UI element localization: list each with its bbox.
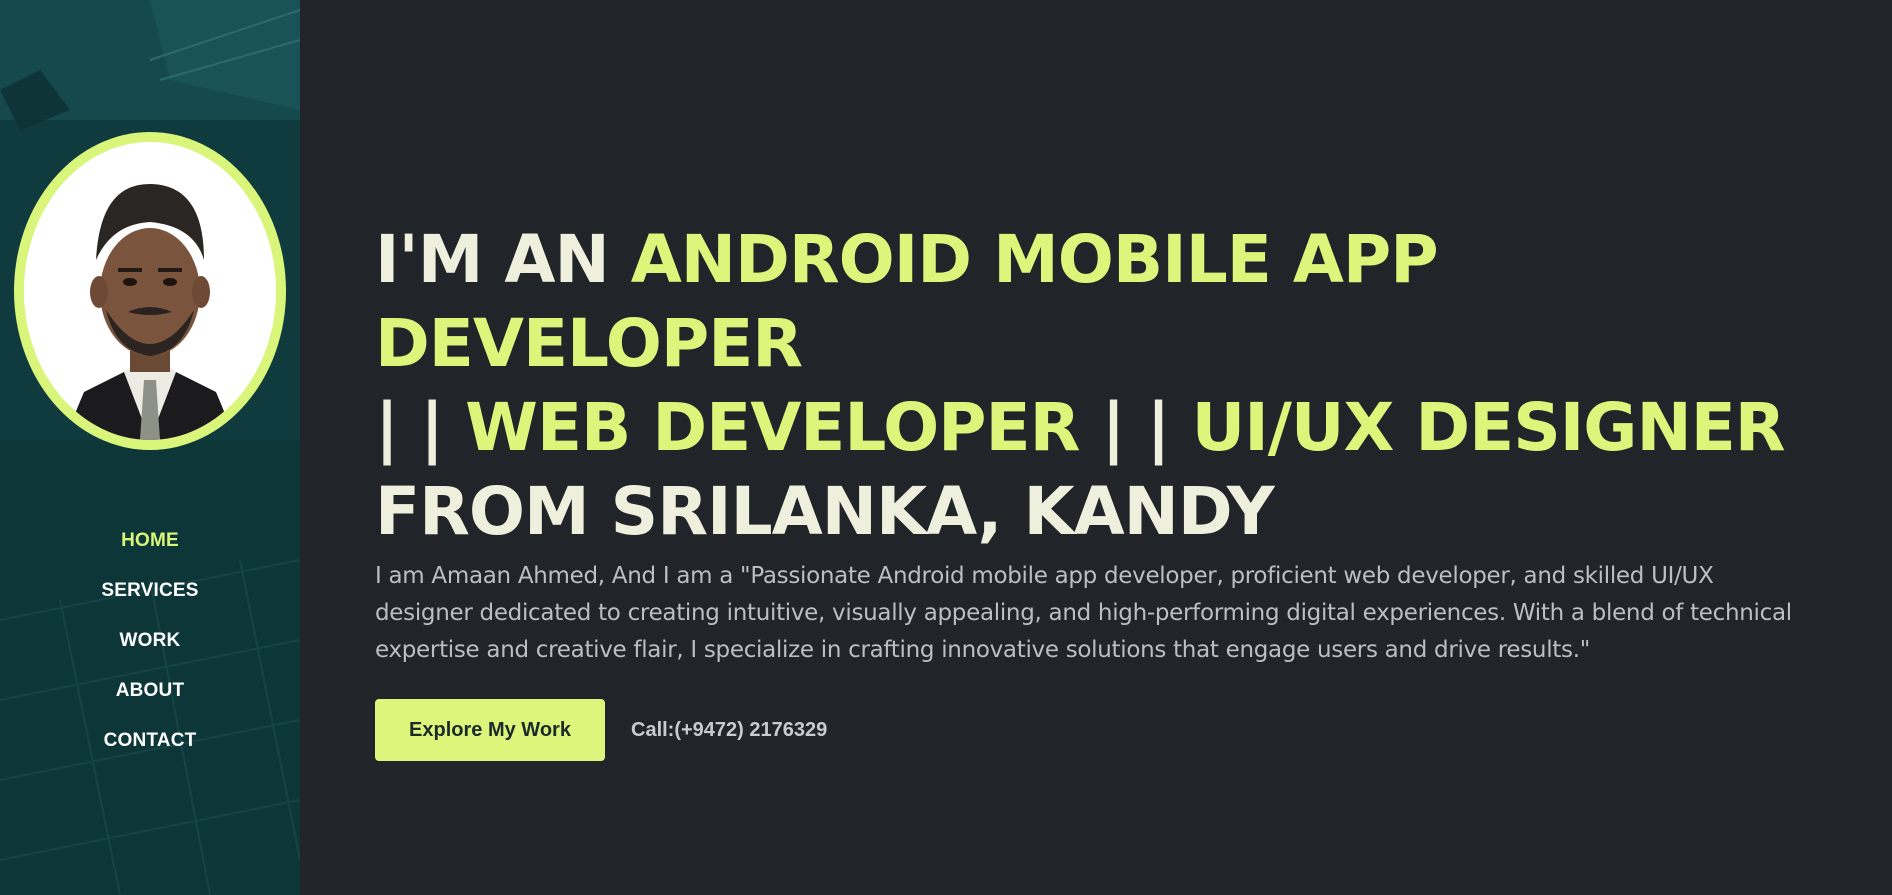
sidebar-nav: HOME SERVICES WORK ABOUT CONTACT <box>0 526 300 776</box>
profile-avatar <box>24 142 276 440</box>
profile-photo <box>24 142 276 440</box>
nav-item-contact[interactable]: CONTACT <box>0 726 300 776</box>
headline-role-web: WEB DEVELOPER <box>465 389 1080 466</box>
nav-item-services[interactable]: SERVICES <box>0 576 300 626</box>
hero-cta-row: Explore My Work Call:(+9472) 2176329 <box>375 699 1815 761</box>
headline-location: FROM SRILANKA, KANDY <box>375 473 1275 550</box>
profile-avatar-frame <box>14 132 286 450</box>
hero-headline: I'M AN ANDROID MOBILE APP DEVELOPER | | W… <box>375 218 1815 554</box>
explore-my-work-button[interactable]: Explore My Work <box>375 699 605 761</box>
headline-separator: | | <box>1079 389 1192 466</box>
headline-separator: | | <box>375 389 466 466</box>
hero-section: I'M AN ANDROID MOBILE APP DEVELOPER | | W… <box>375 218 1815 761</box>
phone-contact: Call:(+9472) 2176329 <box>631 718 828 741</box>
headline-prefix: I'M AN <box>375 221 631 298</box>
nav-item-work[interactable]: WORK <box>0 626 300 676</box>
nav-item-home[interactable]: HOME <box>0 526 300 576</box>
headline-role-uiux: UI/UX DESIGNER <box>1191 389 1786 466</box>
sidebar: HOME SERVICES WORK ABOUT CONTACT <box>0 0 300 895</box>
nav-item-about[interactable]: ABOUT <box>0 676 300 726</box>
hero-intro-text: I am Amaan Ahmed, And I am a "Passionate… <box>375 563 1792 663</box>
